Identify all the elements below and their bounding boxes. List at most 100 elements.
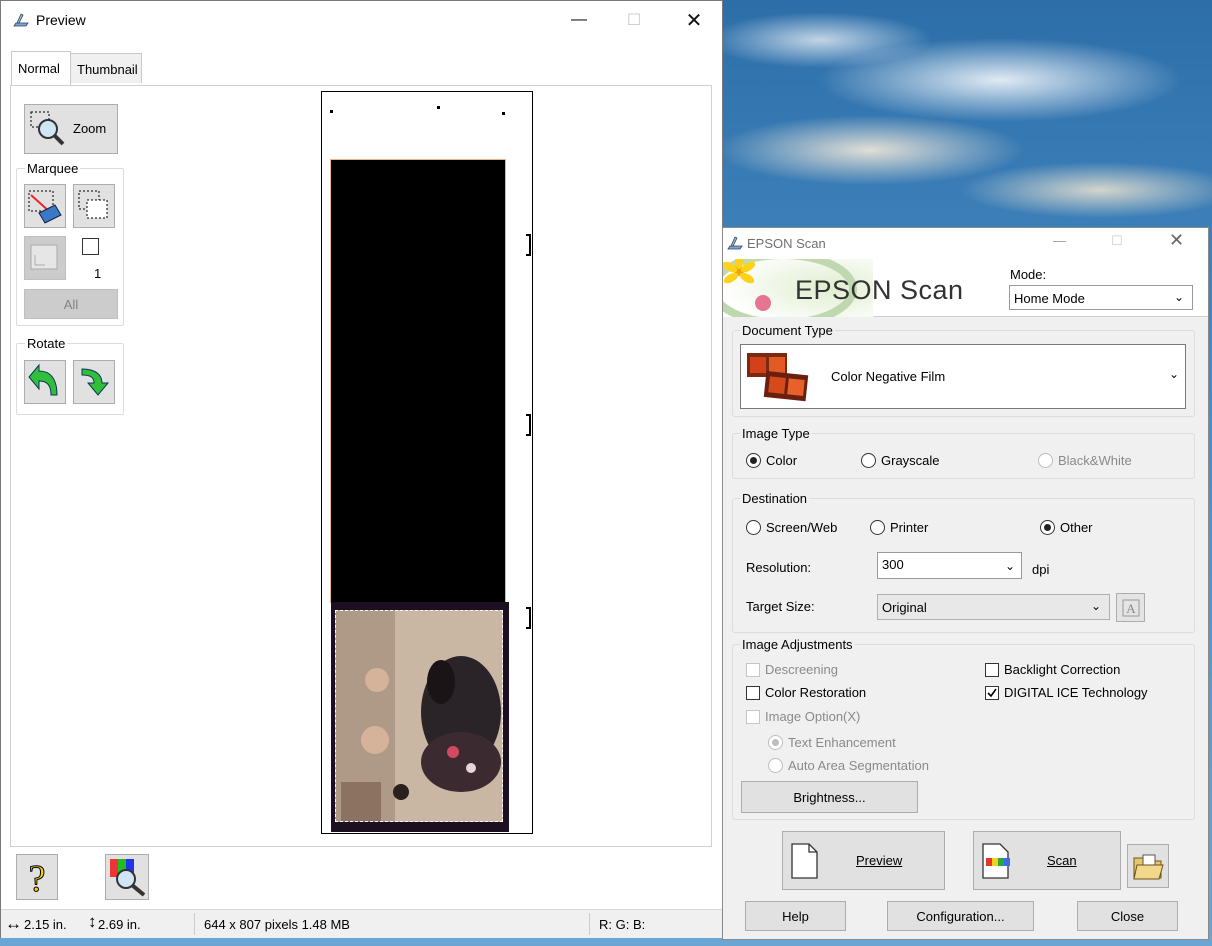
descreening-checkbox: Descreening	[746, 662, 838, 677]
marquee-size-button	[24, 236, 66, 280]
checkbox-checked-icon	[985, 685, 999, 700]
mode-value: Home Mode	[1014, 291, 1085, 306]
close-button[interactable]: Close	[1077, 901, 1178, 931]
digital-ice-checkbox[interactable]: DIGITAL ICE Technology	[985, 685, 1148, 700]
resolution-label: Resolution:	[746, 560, 812, 575]
radio-icon	[768, 758, 783, 773]
help-button[interactable]: ?	[16, 854, 58, 901]
dust-dot	[330, 110, 333, 113]
close-icon[interactable]: ✕	[671, 1, 717, 39]
target-size-options-button[interactable]: A	[1116, 593, 1145, 622]
checkbox-icon	[746, 709, 760, 724]
tab-normal[interactable]: Normal	[11, 51, 71, 86]
duplicate-marquee-button[interactable]	[73, 184, 115, 228]
preview-title-bar[interactable]: Preview — ☐ ✕	[1, 1, 722, 39]
delete-marquee-button[interactable]	[24, 184, 66, 228]
height-arrow-icon: ↕	[88, 912, 97, 931]
preview-button[interactable]: Preview	[782, 831, 945, 890]
preview-label-text: Preview	[856, 853, 903, 868]
radio-other[interactable]: Other	[1040, 520, 1093, 535]
rotate-right-button[interactable]	[73, 360, 115, 404]
checkbox-icon	[746, 662, 760, 677]
radio-printer-label: Printer	[890, 520, 929, 535]
film-frame-photo	[331, 602, 509, 832]
document-type-label: Document Type	[740, 323, 835, 338]
color-adjust-button[interactable]	[105, 854, 149, 900]
zoom-button[interactable]: Zoom	[24, 104, 118, 154]
close-icon[interactable]: ✕	[1169, 230, 1184, 251]
status-divider	[194, 913, 195, 935]
backlight-label: Backlight Correction	[1004, 662, 1121, 677]
dust-dot	[502, 112, 505, 115]
epson-title-bar[interactable]: EPSON Scan — ☐ ✕	[723, 228, 1208, 259]
image-adjustments-label: Image Adjustments	[740, 637, 855, 652]
scan-button[interactable]: Scan	[973, 831, 1121, 890]
preview-window: Preview — ☐ ✕ Normal Thumbnail Zoom Marq…	[0, 0, 723, 938]
epson-scan-window: EPSON Scan — ☐ ✕ EPSON Scan Mode: Home M…	[722, 227, 1209, 940]
destination-label: Destination	[740, 491, 810, 506]
image-option-checkbox: Image Option(X)	[746, 709, 860, 724]
mode-label: Mode:	[1010, 267, 1047, 282]
radio-icon	[861, 453, 876, 468]
radio-color-label: Color	[766, 453, 798, 468]
tab-thumbnail-label: Thumbnail	[77, 62, 138, 77]
minimize-icon[interactable]: —	[556, 1, 602, 39]
status-pixels: 644 x 807 pixels 1.48 MB	[204, 917, 350, 932]
marquee-size-icon	[30, 244, 58, 270]
document-type-select[interactable]: Color Negative Film ⌄	[740, 344, 1186, 409]
rotate-left-button[interactable]	[24, 360, 66, 404]
radio-icon	[870, 520, 885, 535]
checkbox-icon	[985, 662, 999, 677]
radio-other-label: Other	[1060, 520, 1093, 535]
configuration-button[interactable]: Configuration...	[887, 901, 1034, 931]
scan-preview-image[interactable]	[321, 91, 533, 834]
scanner-app-icon	[727, 236, 743, 250]
close-label: Close	[1110, 908, 1145, 924]
color-restoration-checkbox[interactable]: Color Restoration	[746, 685, 866, 700]
chevron-down-icon: ⌄	[1169, 367, 1180, 381]
radio-selected-icon	[746, 453, 761, 468]
chevron-down-icon[interactable]: ⌄	[1005, 559, 1015, 573]
text-enhancement-label: Text Enhancement	[788, 735, 896, 750]
width-arrow-icon: ↔	[5, 914, 22, 933]
text-a-icon: A	[1122, 599, 1139, 616]
checkbox-icon	[746, 685, 760, 700]
all-marquees-button: All	[24, 289, 118, 319]
radio-printer[interactable]: Printer	[870, 520, 928, 535]
rotate-left-icon	[28, 363, 58, 396]
preview-status-bar: ↔ 2.15 in. ↕ 2.69 in. 644 x 807 pixels 1…	[1, 909, 722, 938]
descreening-label: Descreening	[765, 662, 838, 677]
rotate-label: Rotate	[25, 336, 68, 351]
status-width: 2.15 in.	[24, 917, 67, 932]
marquee-selection[interactable]	[335, 610, 503, 822]
film-edge-mark	[526, 607, 531, 629]
status-divider	[589, 913, 590, 935]
question-mark-icon: ?	[28, 858, 46, 901]
radio-auto-area-segmentation: Auto Area Segmentation	[768, 758, 929, 773]
scanner-app-icon	[13, 13, 29, 27]
resolution-combo[interactable]: 300 ⌄	[877, 552, 1022, 579]
marquee-count: 1	[94, 266, 102, 281]
digital-ice-label: DIGITAL ICE Technology	[1004, 685, 1148, 700]
radio-grayscale[interactable]: Grayscale	[861, 453, 940, 468]
help-button[interactable]: Help	[745, 901, 846, 931]
radio-black-white-label: Black&White	[1058, 453, 1132, 468]
radio-color[interactable]: Color	[746, 453, 797, 468]
radio-icon	[746, 520, 761, 535]
minimize-icon[interactable]: —	[1053, 233, 1066, 248]
epson-header: EPSON Scan Mode: Home Mode ⌄	[723, 259, 1208, 317]
marquee-count-icon	[82, 238, 99, 255]
configuration-label: Configuration...	[916, 908, 1005, 924]
brightness-button[interactable]: Brightness...	[741, 781, 918, 813]
radio-screen-web[interactable]: Screen/Web	[746, 520, 837, 535]
preview-window-title: Preview	[36, 12, 86, 28]
radio-screen-web-label: Screen/Web	[766, 520, 838, 535]
scan-button-label: Scan	[1047, 853, 1077, 868]
chevron-down-icon: ⌄	[1174, 290, 1185, 304]
target-size-select[interactable]: Original ⌄	[877, 594, 1110, 620]
mode-select[interactable]: Home Mode ⌄	[1009, 285, 1193, 310]
backlight-correction-checkbox[interactable]: Backlight Correction	[985, 662, 1120, 677]
tab-thumbnail[interactable]: Thumbnail	[70, 53, 142, 83]
color-magnifier-icon	[110, 859, 146, 897]
file-save-settings-button[interactable]	[1127, 844, 1169, 888]
